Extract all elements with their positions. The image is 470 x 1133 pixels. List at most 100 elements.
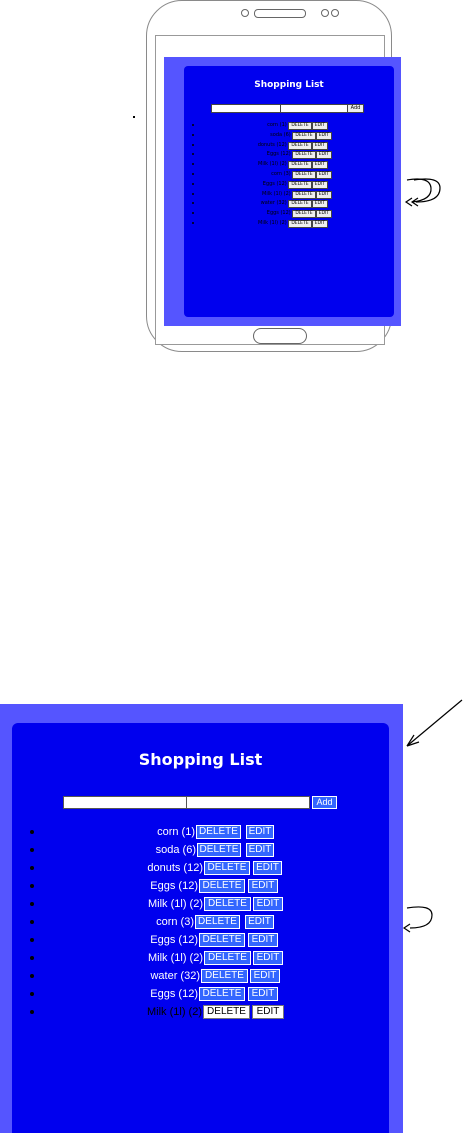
home-button[interactable]	[253, 328, 307, 344]
bullet-icon	[30, 1010, 34, 1014]
loop-arrow-icon	[402, 906, 433, 933]
bullet-icon	[30, 884, 34, 888]
mockup-edit-button[interactable]: EDIT	[311, 180, 328, 189]
mockup-delete-button[interactable]: DELETE	[292, 190, 316, 199]
bullet-icon	[192, 173, 194, 175]
mockup-delete-button[interactable]: DELETE	[292, 131, 316, 140]
delete-button[interactable]: DELETE	[196, 825, 241, 839]
list-item: Eggs (12) DELETE EDIT	[0, 878, 403, 894]
delete-button[interactable]: DELETE	[203, 1005, 250, 1019]
delete-button[interactable]: DELETE	[204, 951, 251, 965]
mockup-edit-button[interactable]: EDIT	[311, 220, 328, 228]
mockup-delete-button[interactable]: DELETE	[288, 161, 312, 170]
mockup-list-item: Milk (1l) (2) DELETE EDIT	[190, 190, 370, 199]
delete-button[interactable]: DELETE	[199, 987, 245, 1001]
edit-button[interactable]: EDIT	[253, 951, 283, 965]
mockup-item-label: corn (3)	[271, 171, 291, 177]
edit-button[interactable]: EDIT	[250, 969, 280, 983]
mockup-item-label: Eggs (12)	[266, 210, 291, 217]
sensor-icon	[321, 9, 329, 17]
mockup-delete-button[interactable]: DELETE	[288, 180, 312, 189]
mockup-item-label: Milk (1l) (2)	[258, 161, 287, 168]
item-label: Milk (1l) (2)	[148, 898, 203, 910]
mockup-row-controls: Milk (1l) (2) DELETE EDIT	[258, 219, 328, 228]
mockup-edit-button[interactable]: EDIT	[311, 161, 328, 170]
list-item: corn (1) DELETE EDIT	[0, 824, 403, 840]
mockup-edit-button[interactable]: EDIT	[311, 122, 328, 130]
mockup-edit-button[interactable]: EDIT	[311, 141, 328, 150]
delete-button[interactable]: DELETE	[195, 915, 240, 929]
bullet-icon	[192, 124, 194, 126]
bullet-icon	[192, 163, 194, 166]
edit-button[interactable]: EDIT	[253, 861, 282, 875]
edit-button[interactable]: EDIT	[253, 897, 283, 911]
list-item: donuts (12) DELETE EDIT	[0, 860, 403, 876]
mockup-delete-button[interactable]: DELETE	[288, 122, 312, 130]
delete-button[interactable]: DELETE	[201, 969, 248, 983]
mockup-title: Shopping List	[254, 80, 324, 90]
bullet-icon	[192, 212, 194, 215]
item-name-field[interactable]	[64, 802, 186, 813]
mockup-item-label: soda (6)	[270, 131, 291, 138]
bullet-icon	[30, 920, 34, 924]
mockup-row-controls: corn (3) DELETE EDIT	[271, 170, 332, 179]
item-quantity-field[interactable]	[187, 802, 309, 813]
camera-icon	[241, 9, 249, 17]
mockup-item-label: Milk (1l) (2)	[262, 190, 291, 197]
mockup-edit-button[interactable]: EDIT	[315, 151, 332, 160]
bullet-icon	[30, 938, 34, 942]
mockup-list-item: soda (6) DELETE EDIT	[190, 131, 370, 140]
sensor-icon	[331, 9, 339, 17]
page-title: Shopping List	[138, 750, 263, 769]
mockup-list-item: corn (1) DELETE EDIT	[190, 121, 370, 130]
bullet-icon	[192, 153, 194, 156]
mockup-item-input[interactable]	[211, 104, 281, 113]
mockup-row-controls: Eggs (12) DELETE EDIT	[266, 209, 332, 219]
edit-button[interactable]: EDIT	[248, 987, 278, 1001]
edit-button[interactable]: EDIT	[245, 915, 274, 929]
speaker-grille	[254, 9, 306, 18]
mockup-delete-button[interactable]: DELETE	[292, 151, 316, 160]
mockup-item-label: Eggs (12)	[266, 151, 291, 158]
list-item: water (32) DELETE EDIT	[0, 968, 403, 984]
item-label: Eggs (12)	[150, 880, 198, 892]
bullet-icon	[30, 956, 34, 960]
bullet-icon	[192, 192, 194, 195]
edit-button[interactable]: EDIT	[246, 843, 274, 857]
delete-button[interactable]: DELETE	[204, 897, 251, 911]
mockup-list-item: water (32) DELETE EDIT	[190, 199, 370, 209]
mockup-delete-button[interactable]: DELETE	[288, 141, 312, 150]
loop-arrow-icon	[404, 178, 441, 207]
mockup-list-item: corn (3) DELETE EDIT	[190, 170, 370, 179]
mockup-delete-button[interactable]: DELETE	[288, 200, 312, 209]
mockup-add-button[interactable]: Add	[347, 104, 364, 113]
edit-button[interactable]: EDIT	[248, 879, 278, 893]
delete-button[interactable]: DELETE	[197, 843, 241, 857]
mockup-edit-button[interactable]: EDIT	[311, 200, 328, 209]
edit-button[interactable]: EDIT	[246, 825, 274, 839]
mockup-delete-button[interactable]: DELETE	[292, 210, 316, 219]
add-button[interactable]: Add	[312, 796, 337, 809]
mockup-edit-button[interactable]: EDIT	[315, 171, 332, 179]
mockup-edit-button[interactable]: EDIT	[315, 131, 332, 140]
mockup-list-item: Eggs (12) DELETE EDIT	[190, 180, 370, 189]
mockup-row-controls: Milk (1l) (2) DELETE EDIT	[258, 160, 328, 170]
mockup-list-item: Eggs (12) DELETE EDIT	[190, 209, 370, 219]
delete-button[interactable]: DELETE	[199, 879, 245, 893]
mockup-edit-button[interactable]: EDIT	[315, 210, 332, 219]
item-label: water (32)	[150, 970, 200, 982]
bullet-icon	[30, 992, 34, 996]
delete-button[interactable]: DELETE	[199, 933, 245, 947]
edit-button[interactable]: EDIT	[248, 933, 278, 947]
mockup-delete-button[interactable]: DELETE	[288, 220, 312, 228]
delete-button[interactable]: DELETE	[204, 861, 250, 875]
item-quantity-input[interactable]	[186, 796, 310, 813]
item-label: corn (3)	[156, 916, 194, 928]
edit-button[interactable]: EDIT	[252, 1005, 284, 1019]
item-name-input[interactable]	[63, 796, 187, 813]
mockup-delete-button[interactable]: DELETE	[292, 171, 316, 179]
bullet-icon	[30, 974, 34, 978]
mockup-edit-button[interactable]: EDIT	[315, 190, 332, 199]
item-label: Milk (1l) (2)	[148, 952, 203, 964]
mockup-qty-input[interactable]	[280, 104, 348, 113]
